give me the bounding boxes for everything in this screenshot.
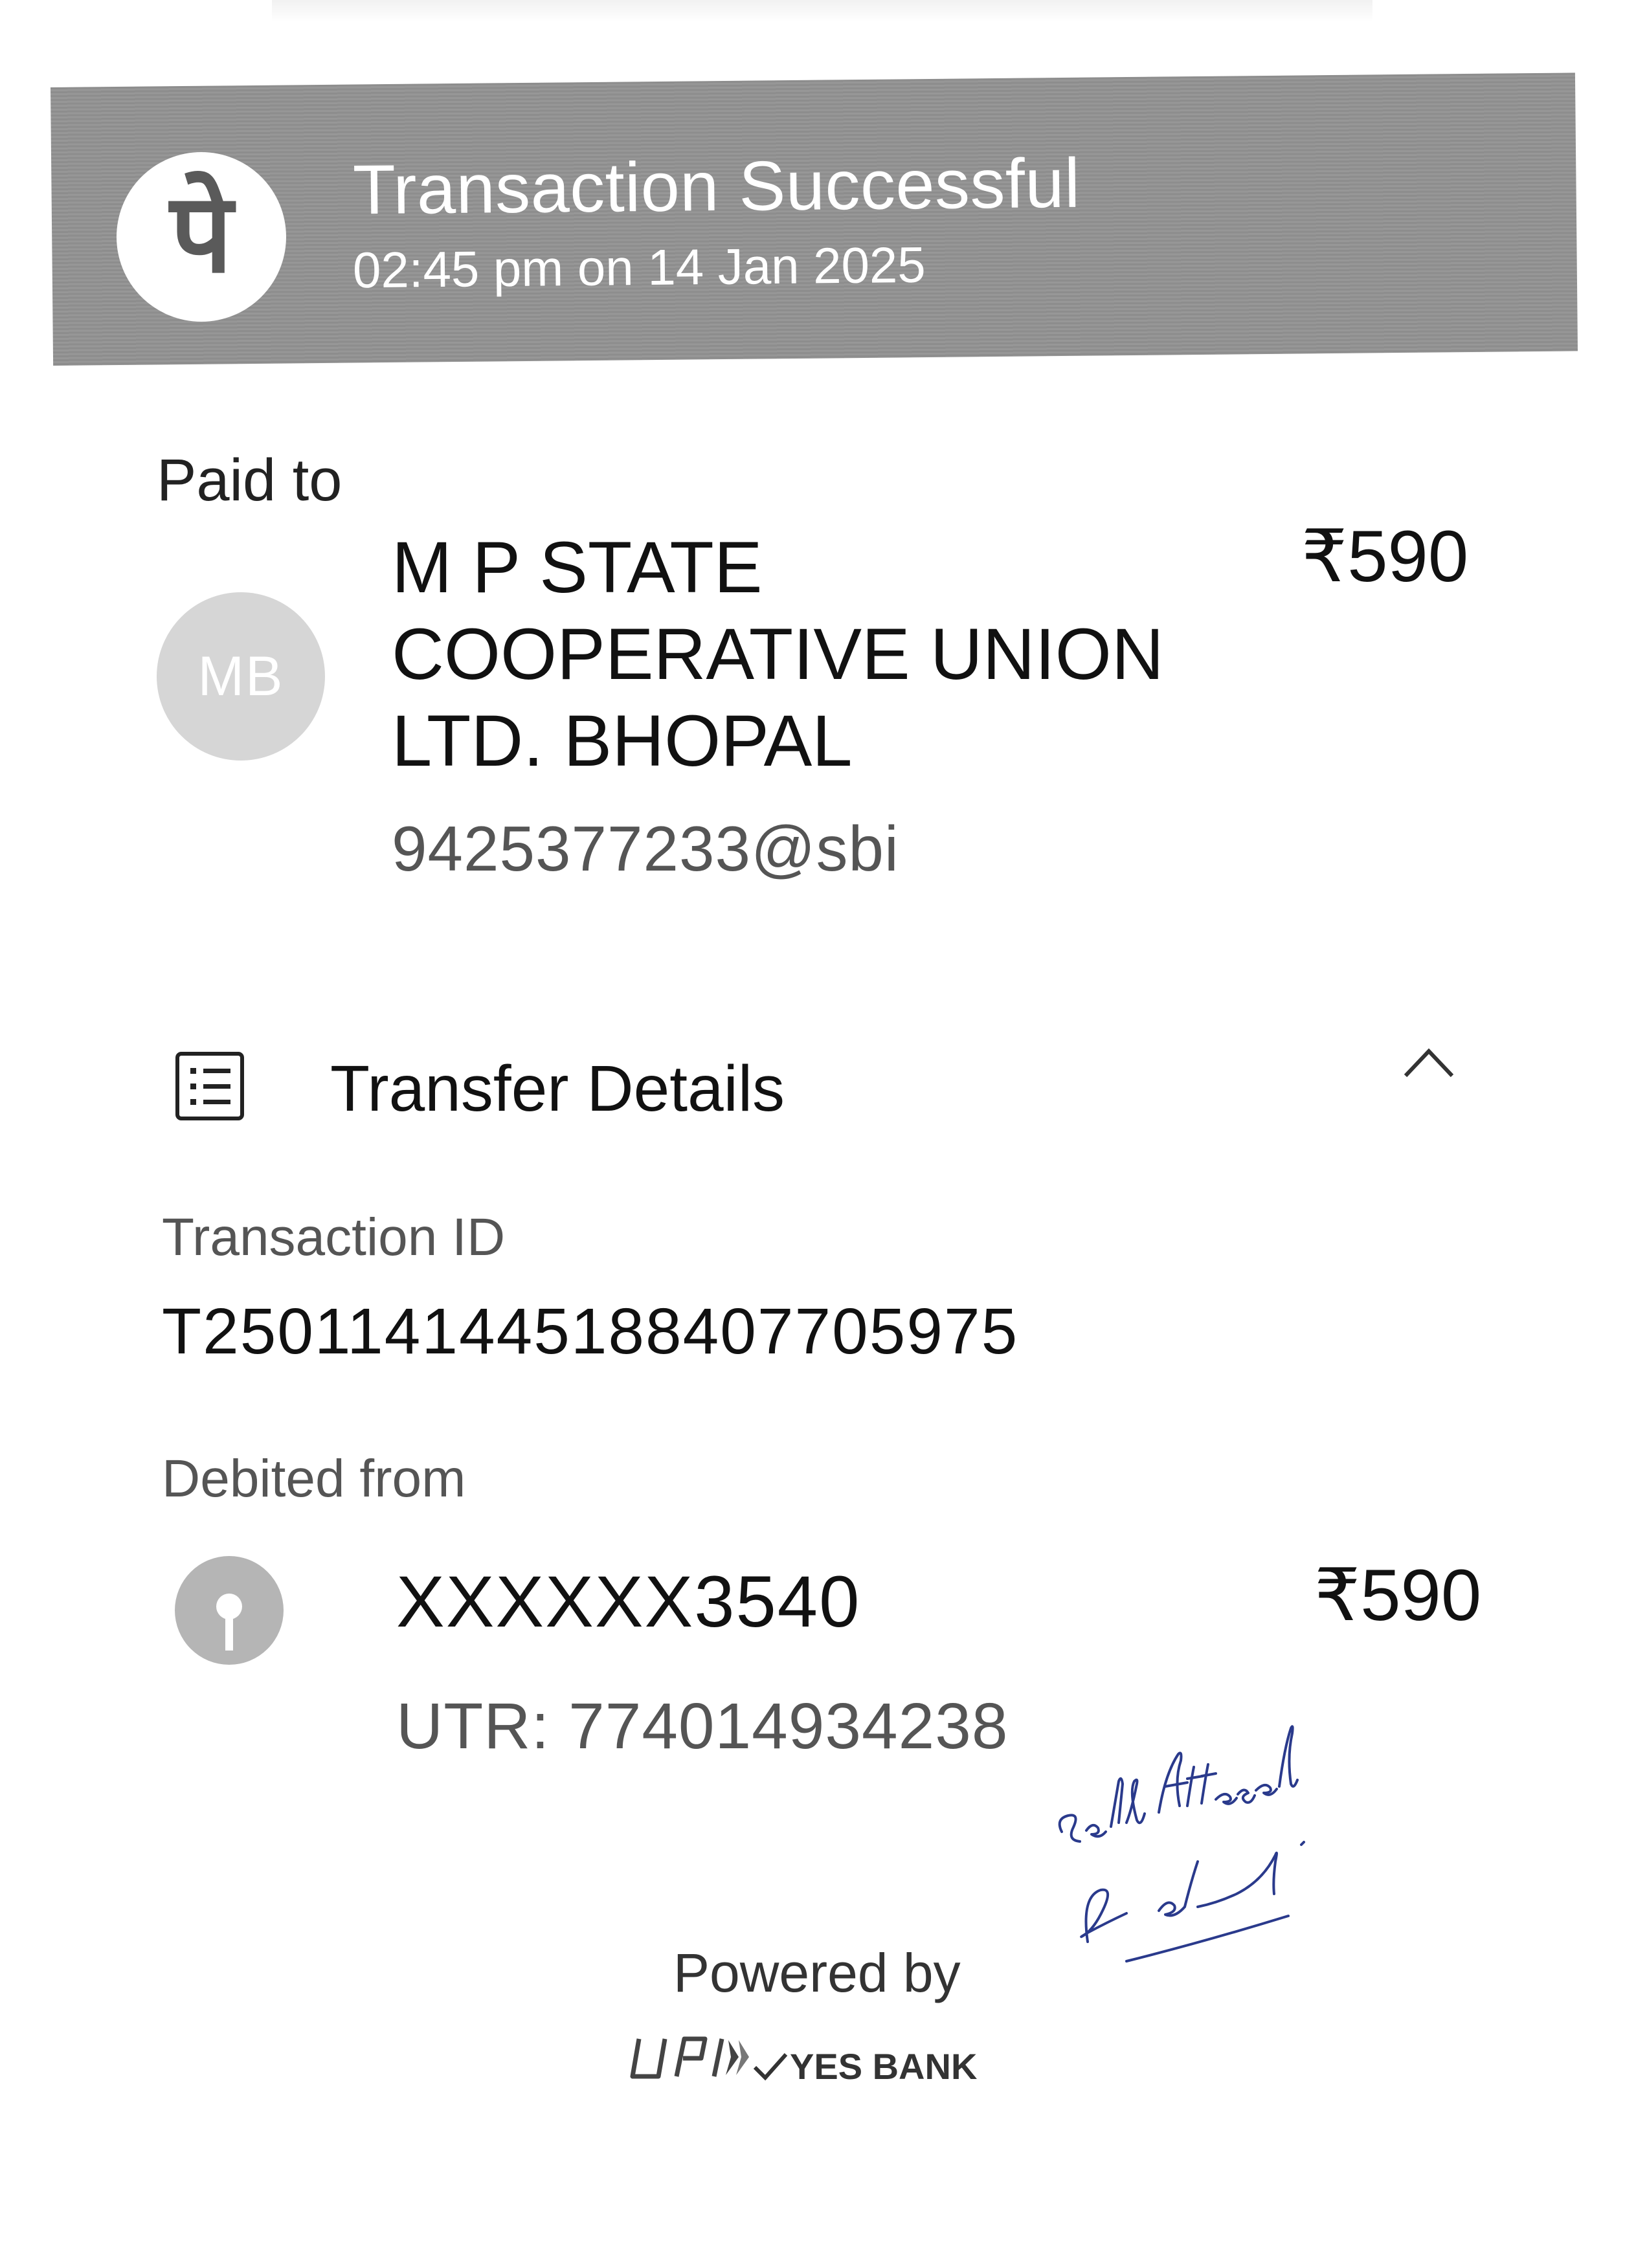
utr-number: UTR: 774014934238	[396, 1690, 1009, 1762]
debit-account-number: XXXXXX3540	[396, 1561, 861, 1642]
payee-name-line: M P STATE	[392, 527, 763, 608]
paid-to-label: Paid to	[157, 447, 342, 513]
partner-bank-name: YES BANK	[790, 2046, 978, 2087]
self-attested-signature	[1058, 1725, 1305, 1962]
payee-avatar[interactable]: MB	[157, 592, 325, 761]
phonepe-logo-glyph: पे	[170, 170, 233, 298]
transaction-id-label: Transaction ID	[162, 1208, 506, 1267]
phonepe-logo-icon: पे	[117, 152, 286, 322]
scan-artifact	[272, 0, 1372, 22]
powered-by-label: Powered by	[673, 1942, 961, 2003]
transaction-id-value: T2501141445188407705975	[162, 1295, 1019, 1368]
checkmark-icon	[753, 2053, 788, 2081]
payee-name-line: LTD. BHOPAL	[392, 700, 853, 781]
payee-upi-id: 9425377233@sbi	[392, 813, 899, 884]
payee-name-line: COOPERATIVE UNION	[392, 614, 1164, 695]
payee-name: M P STATE COOPERATIVE UNION LTD. BHOPAL	[392, 524, 1233, 784]
sbi-logo-icon	[175, 1556, 284, 1665]
payee-avatar-initials: MB	[197, 645, 284, 707]
transaction-datetime: 02:45 pm on 14 Jan 2025	[352, 236, 926, 299]
transfer-details-title[interactable]: Transfer Details	[330, 1052, 785, 1126]
debited-from-label: Debited from	[162, 1449, 466, 1508]
upi-logo-icon	[630, 2036, 749, 2079]
debited-amount: ₹590	[1314, 1555, 1482, 1636]
paid-amount: ₹590	[1301, 516, 1469, 597]
receipt-list-icon	[175, 1052, 244, 1120]
chevron-up-icon[interactable]	[1402, 1043, 1456, 1082]
transaction-status-title: Transaction Successful	[352, 143, 1081, 229]
